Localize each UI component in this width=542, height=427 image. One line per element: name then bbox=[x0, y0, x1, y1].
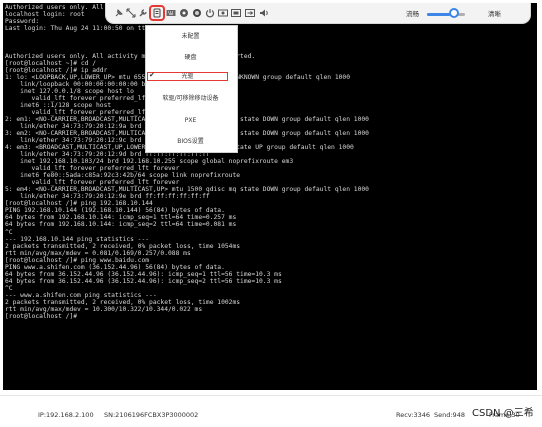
volume-label: 流畅 bbox=[406, 10, 419, 18]
status-sn: SN:2106196FCBX3P3000002 bbox=[104, 411, 199, 419]
video-icon[interactable] bbox=[218, 8, 228, 18]
boot-menu-item[interactable]: BIOS设置 bbox=[146, 137, 235, 147]
boot-device-icon[interactable] bbox=[149, 5, 165, 21]
status-send: Send:948 bbox=[434, 411, 465, 419]
expand-icon[interactable] bbox=[126, 8, 136, 18]
fullscreen-icon[interactable] bbox=[245, 8, 255, 18]
record-icon[interactable] bbox=[192, 8, 202, 18]
boot-menu-item[interactable]: 硬盘 bbox=[146, 53, 235, 63]
terminal-screen[interactable]: Authorized users only. All activity may … bbox=[3, 3, 537, 390]
boot-menu-item[interactable]: 软驱/可移除移动设备 bbox=[146, 94, 235, 104]
clarity-label: 清晰 bbox=[488, 10, 501, 18]
boot-menu-item[interactable]: PXE bbox=[146, 116, 235, 126]
settings-icon[interactable] bbox=[179, 8, 189, 18]
status-bar: IP:192.168.2.100 SN:2106196FCBX3P3000002… bbox=[0, 395, 542, 427]
power-icon[interactable] bbox=[205, 8, 215, 18]
console-toolbar: 流畅 清晰 bbox=[105, 3, 531, 24]
screenshot-icon[interactable] bbox=[231, 8, 241, 18]
status-recv: Recv:3346 bbox=[396, 411, 431, 419]
pin-icon[interactable] bbox=[114, 8, 124, 18]
terminal-output: Authorized users only. All activity may … bbox=[5, 4, 369, 320]
status-ip: IP:192.168.2.100 bbox=[38, 411, 94, 419]
quality-slider-track[interactable] bbox=[427, 13, 465, 16]
quality-slider-knob[interactable] bbox=[449, 8, 459, 18]
wrench-icon[interactable] bbox=[138, 8, 148, 18]
quality-slider-fill bbox=[427, 13, 450, 16]
boot-menu-item[interactable]: 光驱 bbox=[147, 72, 228, 81]
remote-console-window: Authorized users only. All activity may … bbox=[0, 0, 542, 427]
watermark: CSDN @三希 bbox=[472, 408, 534, 419]
boot-device-menu: 未配置硬盘光驱 ✔ 软驱/可移除移动设备 PXE BIOS设置 bbox=[145, 25, 238, 153]
speaker-icon[interactable] bbox=[259, 8, 269, 18]
keyboard-icon[interactable] bbox=[166, 8, 176, 18]
checkmark-icon: ✔ bbox=[149, 71, 155, 79]
boot-menu-item[interactable]: 未配置 bbox=[146, 32, 235, 42]
